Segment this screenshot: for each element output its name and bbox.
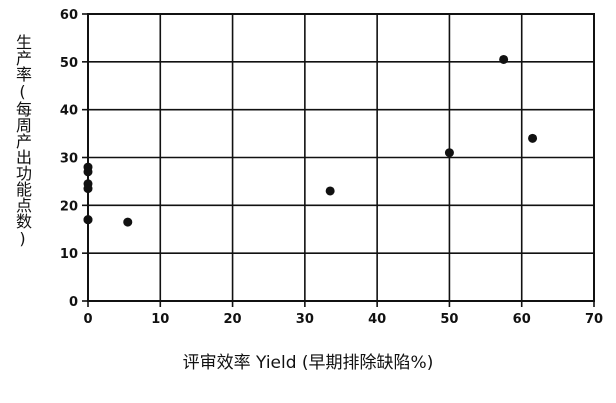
x-tick-label: 0 [83,312,92,327]
x-tick-label: 10 [151,312,169,327]
y-tick-label: 10 [60,247,78,262]
scatter-chart: 0 10 20 30 40 50 60 0 10 20 30 40 50 60 70 [60,8,603,327]
x-tick-label: 60 [513,312,531,327]
y-tick-label: 60 [60,8,78,23]
data-point [123,217,133,227]
x-axis-ticks: 0 10 20 30 40 50 60 70 [83,301,603,327]
y-tick-label: 0 [69,295,78,310]
x-tick-label: 40 [368,312,386,327]
y-tick-label: 50 [60,56,78,71]
x-tick-label: 20 [224,312,242,327]
data-point [83,215,93,225]
y-tick-label: 40 [60,104,78,119]
x-tick-label: 50 [440,312,458,327]
y-tick-label: 30 [60,152,78,167]
y-axis-ticks: 0 10 20 30 40 50 60 [60,8,88,310]
x-tick-label: 70 [585,312,603,327]
x-axis-label: 评审效率 Yield (早期排除缺陷%) [182,353,434,373]
data-point [83,167,93,177]
y-tick-label: 20 [60,199,78,214]
data-point [325,186,335,196]
grid-lines [87,13,595,302]
data-point [444,148,454,158]
data-points [83,54,538,227]
data-point [83,184,93,194]
data-point [528,133,538,143]
y-axis-label: 生产率(每周产出功能点数) [13,34,32,248]
x-tick-label: 30 [296,312,314,327]
data-point [499,54,509,64]
